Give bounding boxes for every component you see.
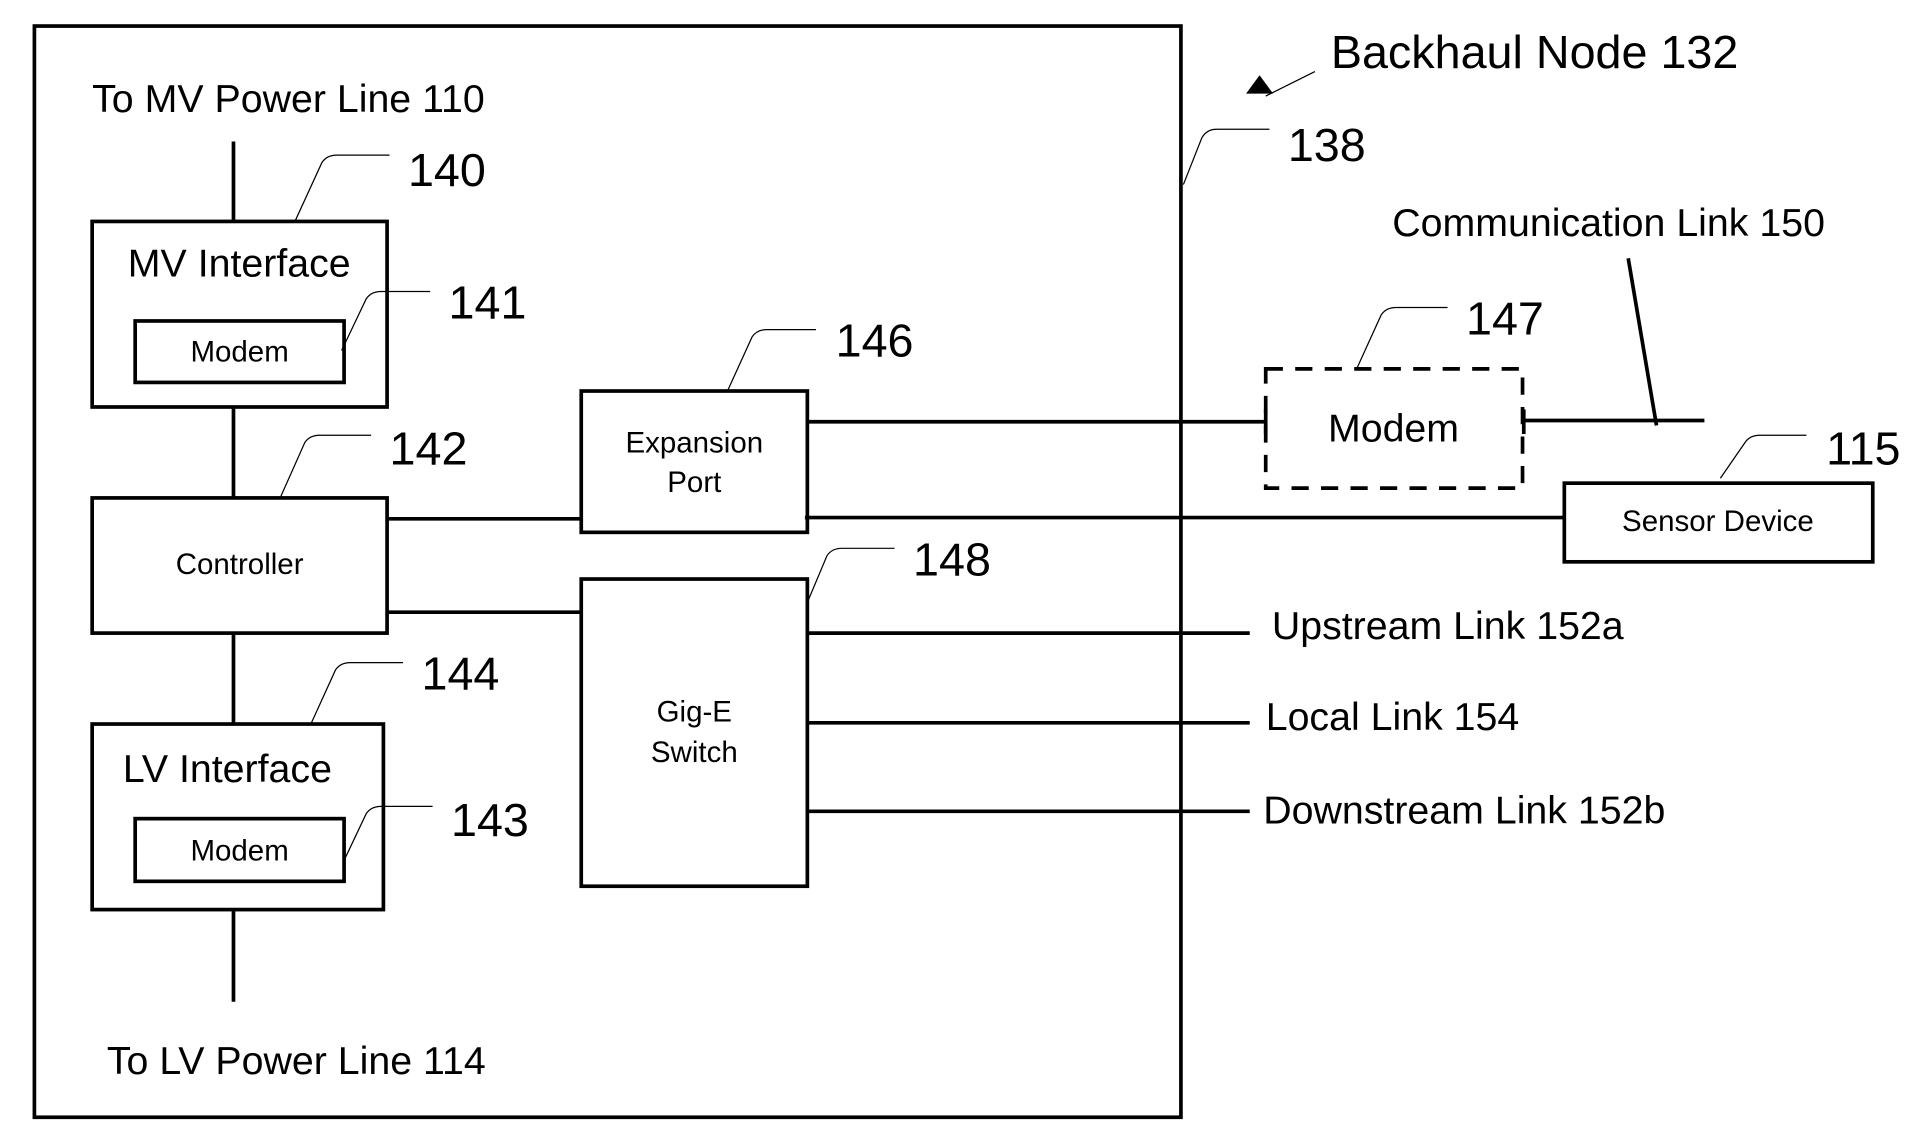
downstream-link-label: Downstream Link 152b: [1263, 789, 1665, 833]
ref-148: 148: [913, 533, 991, 585]
communication-link-pointer: [1626, 257, 1659, 426]
expansion-port-label-line1: Expansion: [625, 426, 763, 459]
ref-143: 143: [451, 794, 529, 846]
sensor-device-label: Sensor Device: [1622, 505, 1814, 538]
ref-146: 146: [836, 315, 914, 367]
mv-interface-label: MV Interface: [128, 242, 351, 286]
ref-140: 140: [408, 144, 486, 196]
expansion-port-box: [579, 389, 810, 535]
ref-142: 142: [390, 423, 468, 475]
title-arrow-line: [1265, 70, 1316, 97]
title-arrow-icon: [1246, 75, 1274, 94]
local-link-label: Local Link 154: [1266, 695, 1520, 739]
upstream-link-label: Upstream Link 152a: [1272, 604, 1624, 648]
ref-138: 138: [1288, 119, 1366, 171]
gige-switch-label-line1: Gig-E: [657, 696, 732, 729]
mv-power-line-label: To MV Power Line 110: [92, 77, 485, 121]
controller-label: Controller: [176, 548, 304, 581]
gige-switch-box: [579, 577, 810, 889]
leader-115: [1719, 434, 1807, 479]
leader-138: [1182, 128, 1270, 185]
lv-modem-label: Modem: [190, 834, 288, 867]
diagram-title: Backhaul Node 132: [1331, 26, 1739, 78]
communication-link-label: Communication Link 150: [1392, 201, 1825, 245]
gige-switch-label-line2: Switch: [651, 736, 738, 769]
lv-interface-label: LV Interface: [123, 747, 332, 791]
mv-modem-label: Modem: [190, 336, 288, 369]
ref-115: 115: [1826, 423, 1900, 475]
ref-147: 147: [1466, 292, 1544, 344]
ref-144: 144: [421, 648, 499, 700]
external-modem-label: Modem: [1328, 406, 1459, 450]
backhaul-node-diagram: Backhaul Node 132 138 To MV Power Line 1…: [32, 24, 1901, 1120]
lv-power-line-label: To LV Power Line 114: [107, 1039, 486, 1083]
leader-147: [1356, 306, 1448, 370]
ref-141: 141: [449, 277, 527, 329]
expansion-port-label-line2: Port: [667, 466, 721, 499]
